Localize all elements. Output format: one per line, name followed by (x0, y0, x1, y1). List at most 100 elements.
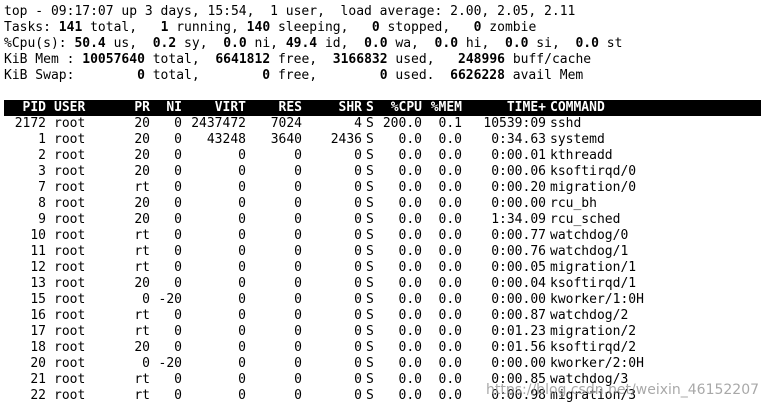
ni-cell: 0 (174, 164, 182, 179)
state-cell: S (366, 372, 374, 387)
cpu-st: 0.0 (575, 36, 599, 51)
ni-cell: 0 (174, 148, 182, 163)
pr-cell: rt (134, 308, 150, 323)
user-cell: root (54, 212, 86, 227)
mem-cell: 0.0 (438, 164, 462, 179)
mem-cell: 0.1 (438, 116, 462, 131)
col-ni: NI (166, 100, 182, 115)
command-cell: watchdog/2 (550, 308, 629, 323)
res-cell: 0 (294, 372, 302, 387)
ni-cell: 0 (174, 388, 182, 403)
process-table-header: PID USER PR NI VIRT RES SHR S %CPU %MEM … (4, 100, 761, 116)
virt-cell: 0 (238, 244, 246, 259)
res-cell: 0 (294, 196, 302, 211)
pr-cell: 20 (134, 276, 150, 291)
cpu-us-label: us, (105, 36, 153, 51)
user-cell: root (54, 276, 86, 291)
cpu-cell: 0.0 (398, 356, 422, 371)
virt-cell: 0 (238, 324, 246, 339)
time-cell: 0:00.04 (491, 276, 546, 291)
user-cell: root (54, 244, 86, 259)
user-cell: root (54, 196, 86, 211)
pr-cell: rt (134, 388, 150, 403)
time-cell: 0:00.00 (491, 356, 546, 371)
ni-cell: 0 (174, 212, 182, 227)
virt-cell: 0 (238, 356, 246, 371)
state-cell: S (366, 292, 374, 307)
swap-total: 0 (137, 68, 145, 83)
cpu-wa: 0.0 (364, 36, 388, 51)
swap-label: KiB Swap: (4, 68, 138, 83)
shr-cell: 0 (354, 148, 362, 163)
pid-cell: 17 (30, 324, 46, 339)
virt-cell: 0 (238, 340, 246, 355)
mem-cell: 0.0 (438, 372, 462, 387)
mem-cell: 0.0 (438, 356, 462, 371)
res-cell: 0 (294, 356, 302, 371)
state-cell: S (366, 276, 374, 291)
col-pid: PID (22, 100, 46, 115)
user-cell: root (54, 228, 86, 243)
cpu-si: 0.0 (505, 36, 529, 51)
cpu-id-label: id, (317, 36, 365, 51)
cpu-line: %Cpu(s): 50.4 us, 0.2 sy, 0.0 ni, 49.4 i… (4, 36, 622, 52)
command-cell: systemd (550, 132, 605, 147)
time-cell: 0:01.56 (491, 340, 546, 355)
user-cell: root (54, 372, 86, 387)
time-cell: 0:00.06 (491, 164, 546, 179)
pid-cell: 3 (38, 164, 46, 179)
mem-cell: 0.0 (438, 388, 462, 403)
swap-free: 0 (262, 68, 271, 83)
state-cell: S (366, 196, 374, 211)
pr-cell: 0 (142, 356, 150, 371)
cpu-si-label: si, (528, 36, 576, 51)
pid-cell: 2 (38, 148, 46, 163)
virt-cell: 43248 (206, 132, 246, 147)
ni-cell: -20 (158, 292, 182, 307)
cpu-cell: 0.0 (398, 340, 422, 355)
ni-cell: 0 (174, 276, 182, 291)
mem-cell: 0.0 (438, 260, 462, 275)
pid-cell: 2172 (14, 116, 46, 131)
pr-cell: rt (134, 372, 150, 387)
time-cell: 0:00.76 (491, 244, 546, 259)
pid-cell: 10 (30, 228, 46, 243)
cpu-cell: 0.0 (398, 372, 422, 387)
state-cell: S (366, 340, 374, 355)
command-cell: rcu_bh (550, 196, 597, 211)
swap-total-label: total, (144, 68, 263, 83)
ni-cell: 0 (174, 116, 182, 131)
mem-used-label: used, (387, 52, 459, 67)
col-user: USER (54, 100, 86, 115)
res-cell: 0 (294, 244, 302, 259)
col-command: COMMAND (550, 100, 605, 115)
res-cell: 0 (294, 276, 302, 291)
tasks-stopped-label: stopped, (379, 20, 474, 35)
cpu-cell: 0.0 (398, 244, 422, 259)
ni-cell: 0 (174, 260, 182, 275)
user-cell: root (54, 324, 86, 339)
swap-avail: 6626228 (450, 68, 505, 83)
shr-cell: 0 (354, 196, 362, 211)
virt-cell: 0 (238, 228, 246, 243)
pid-cell: 15 (30, 292, 46, 307)
ni-cell: 0 (174, 180, 182, 195)
shr-cell: 0 (354, 180, 362, 195)
user-cell: root (54, 116, 86, 131)
ni-cell: 0 (174, 340, 182, 355)
mem-cell: 0.0 (438, 228, 462, 243)
mem-cell: 0.0 (438, 292, 462, 307)
command-cell: ksoftirqd/2 (550, 340, 637, 355)
tasks-total: 141 (58, 20, 83, 35)
cpu-ni-label: ni, (246, 36, 286, 51)
cpu-ni: 0.0 (223, 36, 247, 51)
time-cell: 0:00.00 (491, 196, 546, 211)
terminal-window: top - 09:17:07 up 3 days, 15:54, 1 user,… (0, 0, 765, 414)
res-cell: 0 (294, 292, 302, 307)
res-cell: 7024 (270, 116, 302, 131)
mem-line: KiB Mem : 10057640 total, 6641812 free, … (4, 52, 622, 68)
res-cell: 0 (294, 164, 302, 179)
pid-cell: 8 (38, 196, 46, 211)
mem-buff-label: buff/cache (505, 52, 592, 67)
time-cell: 0:00.05 (491, 260, 546, 275)
